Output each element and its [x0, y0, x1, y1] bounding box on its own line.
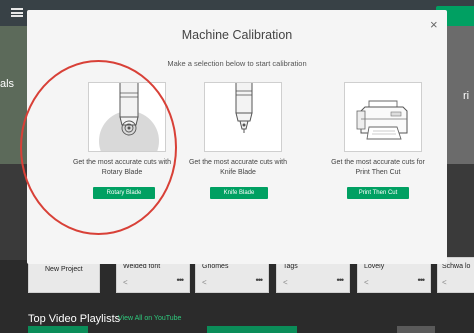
option-description-line2: Print Then Cut [355, 168, 401, 176]
share-icon[interactable]: < [283, 278, 288, 287]
highlight-circle-annotation [20, 60, 177, 235]
project-card-name: Lovely [364, 263, 385, 270]
project-card-name: Tags [283, 263, 298, 270]
option-description-line1: Get the most accurate cuts for [331, 159, 425, 166]
menu-icon[interactable] [11, 8, 23, 17]
more-icon[interactable]: ••• [337, 275, 345, 285]
share-icon[interactable]: < [202, 278, 207, 287]
print-then-cut-button[interactable]: Print Then Cut [347, 187, 409, 199]
playlist-thumbnail[interactable] [207, 326, 297, 333]
project-card-name: Welded font [123, 263, 161, 270]
more-icon[interactable]: ••• [418, 275, 426, 285]
view-all-youtube-link[interactable]: View All on YouTube [118, 315, 181, 322]
share-icon[interactable]: < [442, 278, 447, 287]
dialog-title: Machine Calibration [181, 28, 293, 42]
option-description-line2: Knife Blade [220, 168, 256, 176]
knife-blade-button[interactable]: Knife Blade [210, 187, 268, 199]
knife-blade-icon[interactable] [204, 82, 282, 152]
playlist-thumbnails [0, 326, 474, 333]
option-description: Get the most accurate cuts for Print The… [312, 158, 444, 177]
playlist-thumbnail[interactable] [28, 326, 88, 333]
option-description-line1: Get the most accurate cuts with [188, 159, 288, 166]
printer-icon[interactable] [344, 82, 422, 152]
playlists-heading: Top Video Playlists [28, 313, 121, 325]
background-left-text: als [0, 78, 15, 90]
more-icon[interactable]: ••• [177, 275, 185, 285]
playlist-thumbnail[interactable] [397, 326, 435, 333]
background-right-text: ri [463, 90, 470, 102]
share-icon[interactable]: < [364, 278, 369, 287]
option-description: Get the most accurate cuts with Knife Bl… [172, 158, 304, 177]
project-card-name: Schwa lo [442, 263, 471, 270]
project-card-name: New Project [45, 266, 83, 273]
share-icon[interactable]: < [123, 278, 128, 287]
close-icon[interactable]: × [430, 17, 438, 32]
background-project-image-right [447, 26, 474, 164]
project-card-name: Gnomes [202, 263, 229, 270]
more-icon[interactable]: ••• [256, 275, 264, 285]
